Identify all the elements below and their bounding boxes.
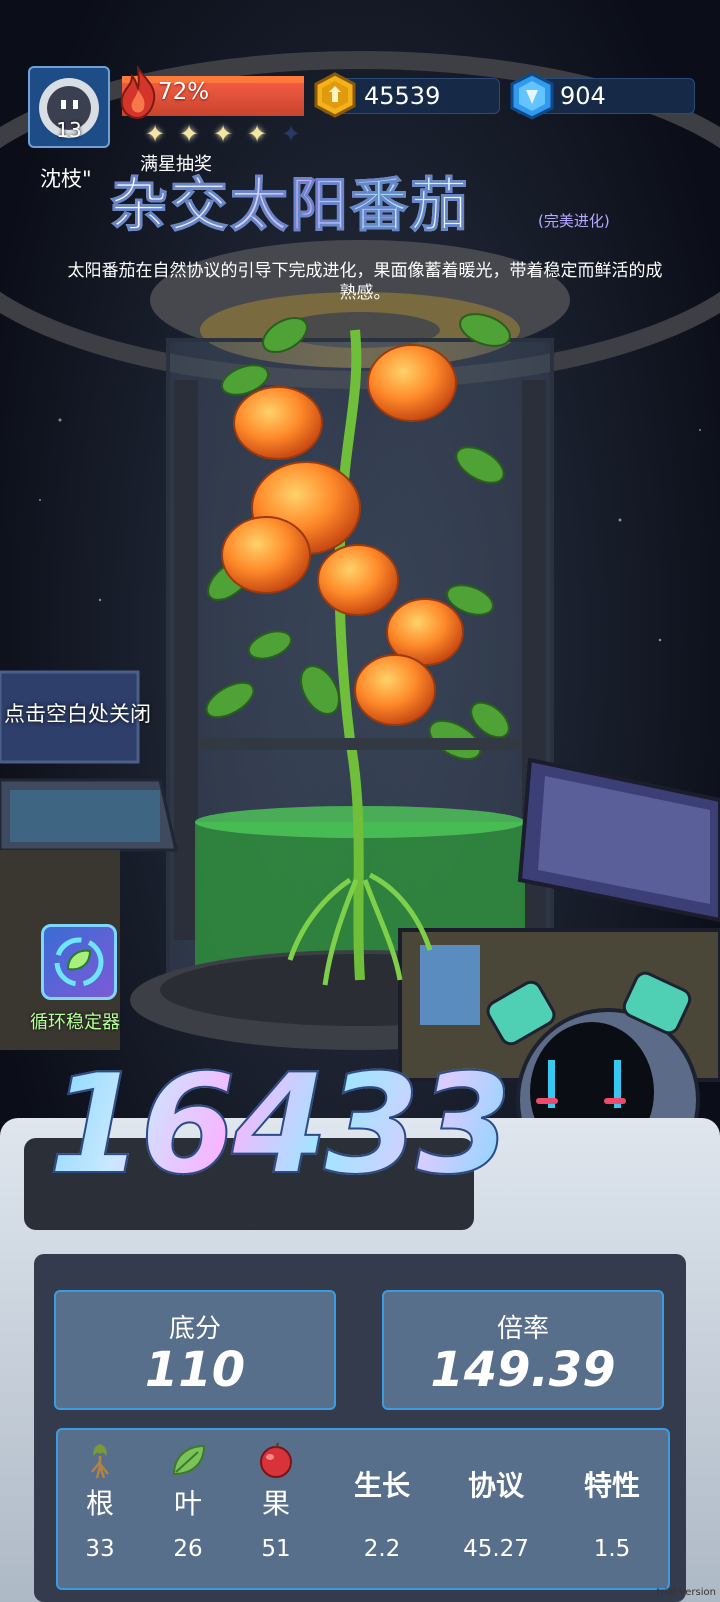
star-icon: ✦ xyxy=(144,120,166,148)
attribute-protocol: 协议 xyxy=(456,1440,536,1504)
attribute-name: 叶 xyxy=(173,1487,202,1520)
gem-icon xyxy=(510,72,554,120)
attribute-value: 2.2 xyxy=(363,1536,401,1562)
attribute-name: 协议 xyxy=(467,1469,524,1502)
multiplier-card: 倍率 149.39 xyxy=(382,1290,664,1410)
attribute-leaf: 叶 xyxy=(148,1440,228,1522)
base-score-card: 底分 110 xyxy=(54,1290,336,1410)
gem-amount: 904 xyxy=(560,82,606,110)
gold-amount: 45539 xyxy=(364,82,441,110)
player-name: 沈枝" xyxy=(40,167,92,191)
attribute-trait: 特性 xyxy=(572,1440,652,1504)
total-score: 16433 xyxy=(47,1044,513,1205)
base-score-value: 110 xyxy=(144,1342,246,1398)
plant-title: 杂交太阳番茄 xyxy=(109,158,470,242)
evolution-tag: (完美进化) xyxy=(538,212,610,230)
attribute-name: 生长 xyxy=(353,1469,410,1502)
energy-percent: 72% xyxy=(158,79,210,105)
multiplier-label: 倍率 xyxy=(496,1314,549,1344)
attribute-value: 26 xyxy=(173,1536,203,1562)
gold-coin-icon xyxy=(314,72,356,118)
trial-watermark: trial version xyxy=(656,1587,716,1598)
cycle-stabilizer-button[interactable] xyxy=(41,924,117,1000)
player-level: 13 xyxy=(56,118,82,142)
attribute-name: 根 xyxy=(85,1487,114,1520)
flame-icon xyxy=(120,66,156,120)
attribute-value: 45.27 xyxy=(463,1536,529,1562)
attribute-fruit: 果 xyxy=(236,1440,316,1522)
base-score-label: 底分 xyxy=(168,1314,221,1344)
attribute-value: 33 xyxy=(85,1536,115,1562)
leaf-cycle-icon xyxy=(54,937,104,987)
attribute-value: 51 xyxy=(261,1536,291,1562)
attribute-name: 果 xyxy=(261,1487,290,1520)
player-avatar[interactable]: 13 xyxy=(28,66,110,148)
apple-icon xyxy=(260,1442,292,1478)
star-icon: ✦ xyxy=(178,120,200,148)
plant-description: 太阳番茄在自然协议的引导下完成进化，果面像蓄着暖光，带着稳定而鲜活的成熟感。 xyxy=(67,261,663,303)
leaf-icon xyxy=(172,1444,206,1476)
attribute-growth: 生长 xyxy=(342,1440,422,1504)
star-rating[interactable]: ✦ ✦ ✦ ✦ ✦ xyxy=(140,120,306,148)
root-icon xyxy=(91,1444,109,1479)
attribute-root: 根 xyxy=(60,1440,140,1522)
star-icon: ✦ xyxy=(246,120,268,148)
close-hint[interactable]: 点击空白处关闭 xyxy=(4,698,151,728)
attribute-value: 1.5 xyxy=(593,1536,631,1562)
attribute-name: 特性 xyxy=(583,1469,640,1502)
multiplier-value: 149.39 xyxy=(430,1342,616,1398)
star-icon: ✦ xyxy=(212,120,234,148)
star-empty-icon: ✦ xyxy=(280,120,302,148)
cycle-stabilizer-label: 循环稳定器 xyxy=(30,1012,120,1033)
